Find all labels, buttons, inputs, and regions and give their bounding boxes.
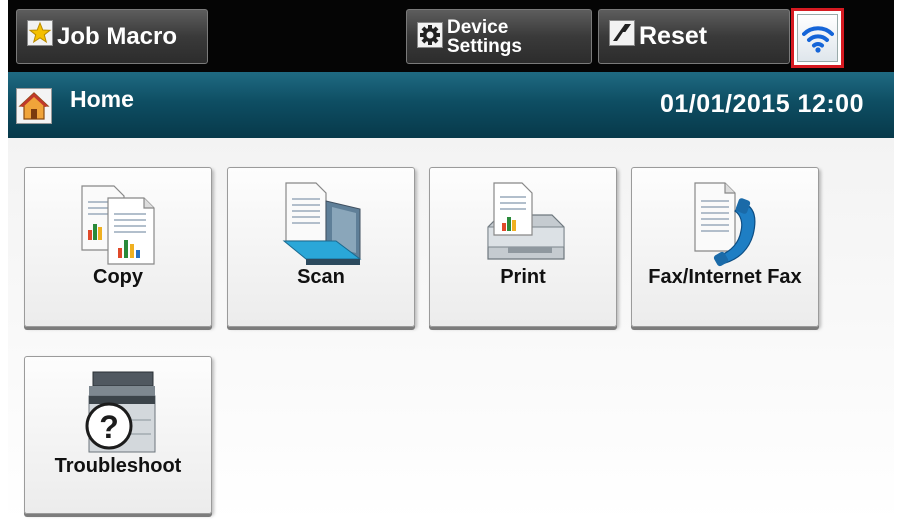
date-time: 01/01/2015 12:00 <box>659 90 864 118</box>
page-title: Home <box>70 86 134 112</box>
reset-label: Reset <box>639 22 708 50</box>
scan-icon <box>228 178 414 270</box>
home-header: Home 01/01/2015 12:00 <box>8 72 894 138</box>
copy-button[interactable]: Copy <box>24 167 212 327</box>
job-macro-button[interactable]: Job Macro <box>16 9 208 64</box>
wireless-status-button[interactable] <box>791 8 844 68</box>
fax-icon <box>632 178 818 270</box>
troubleshoot-label: Troubleshoot <box>54 455 182 477</box>
home-icon[interactable] <box>16 88 52 129</box>
scan-button[interactable]: Scan <box>227 167 415 327</box>
print-label: Print <box>500 266 546 288</box>
troubleshoot-icon: ? <box>25 367 211 459</box>
device-settings-label: Device Settings <box>447 16 522 57</box>
scan-label: Scan <box>297 266 345 288</box>
fax-internet-fax-label: Fax/Internet Fax <box>648 266 802 288</box>
svg-text:?: ? <box>99 409 119 445</box>
device-settings-button[interactable]: Device Settings <box>406 9 592 64</box>
gear-icon <box>417 21 443 52</box>
panel-screen: Job Macro Device Settings Reset Home 01/… <box>8 0 894 523</box>
troubleshoot-button[interactable]: ? Troubleshoot <box>24 356 212 514</box>
print-icon <box>430 178 616 270</box>
job-macro-label: Job Macro <box>57 22 178 50</box>
print-button[interactable]: Print <box>429 167 617 327</box>
top-toolbar: Job Macro Device Settings Reset <box>8 0 894 72</box>
home-menu: Copy Scan Print Fax/Internet Fax ? Troub… <box>8 138 894 523</box>
wifi-icon <box>797 14 838 62</box>
fax-internet-fax-button[interactable]: Fax/Internet Fax <box>631 167 819 327</box>
star-icon <box>27 20 53 53</box>
copy-label: Copy <box>93 266 143 288</box>
reset-button[interactable]: Reset <box>598 9 790 64</box>
copy-icon <box>25 178 211 270</box>
eraser-icon <box>609 20 635 53</box>
